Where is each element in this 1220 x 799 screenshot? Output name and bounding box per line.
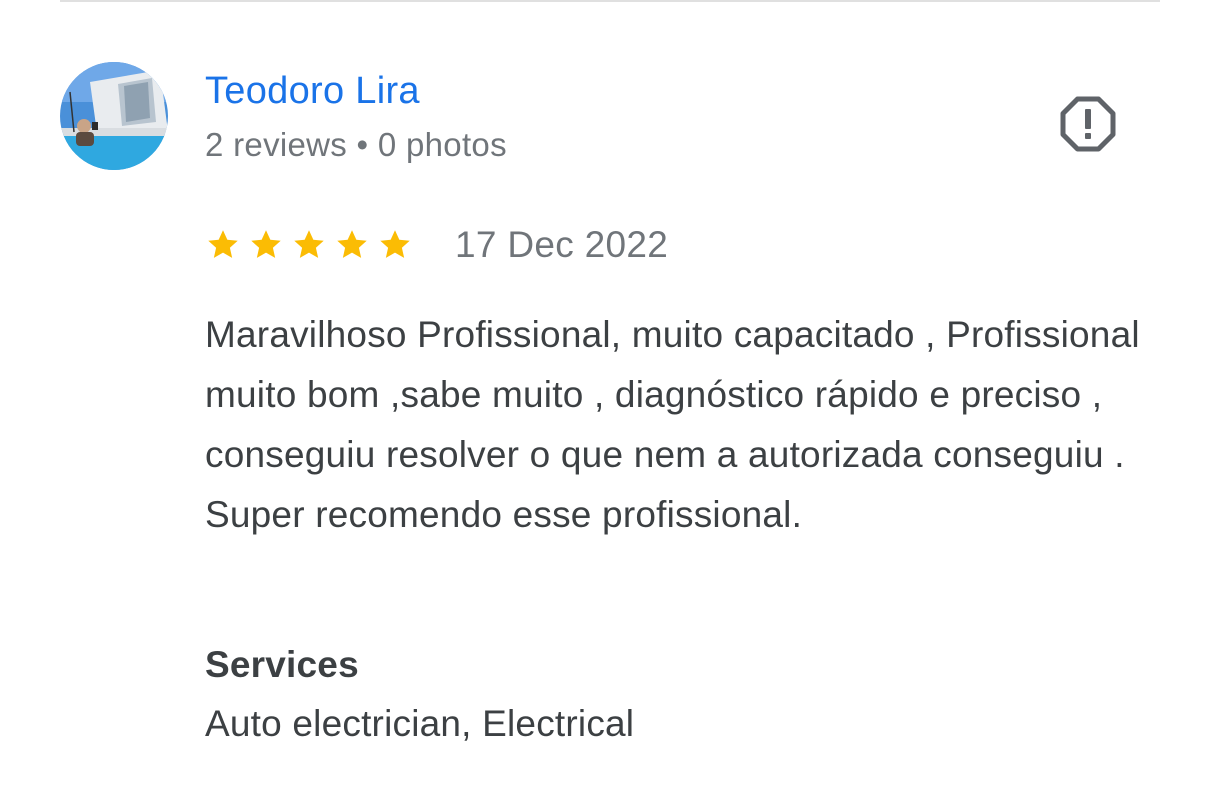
star-icon	[208, 230, 238, 258]
star-icon	[251, 230, 281, 258]
avatar-photo	[60, 62, 168, 170]
review-text: Maravilhoso Profissional, muito capacita…	[205, 314, 1140, 535]
review-date: 17 Dec 2022	[455, 224, 669, 265]
top-divider	[60, 0, 1160, 2]
reviewer-meta: 2 reviews • 0 photos	[205, 126, 507, 163]
rating-row: 17 Dec 2022	[205, 222, 668, 268]
report-review-button[interactable]	[1056, 92, 1120, 156]
star-rating	[205, 227, 413, 263]
star-icon	[337, 230, 367, 258]
services-value: Auto electrician, Electrical	[205, 703, 635, 744]
star-icon	[294, 230, 324, 258]
star-icon	[380, 230, 410, 258]
report-flag-icon	[1060, 96, 1116, 152]
reviewer-avatar[interactable]	[60, 62, 168, 170]
services-heading: Services	[205, 644, 359, 685]
reviewer-name[interactable]: Teodoro Lira	[205, 68, 420, 114]
